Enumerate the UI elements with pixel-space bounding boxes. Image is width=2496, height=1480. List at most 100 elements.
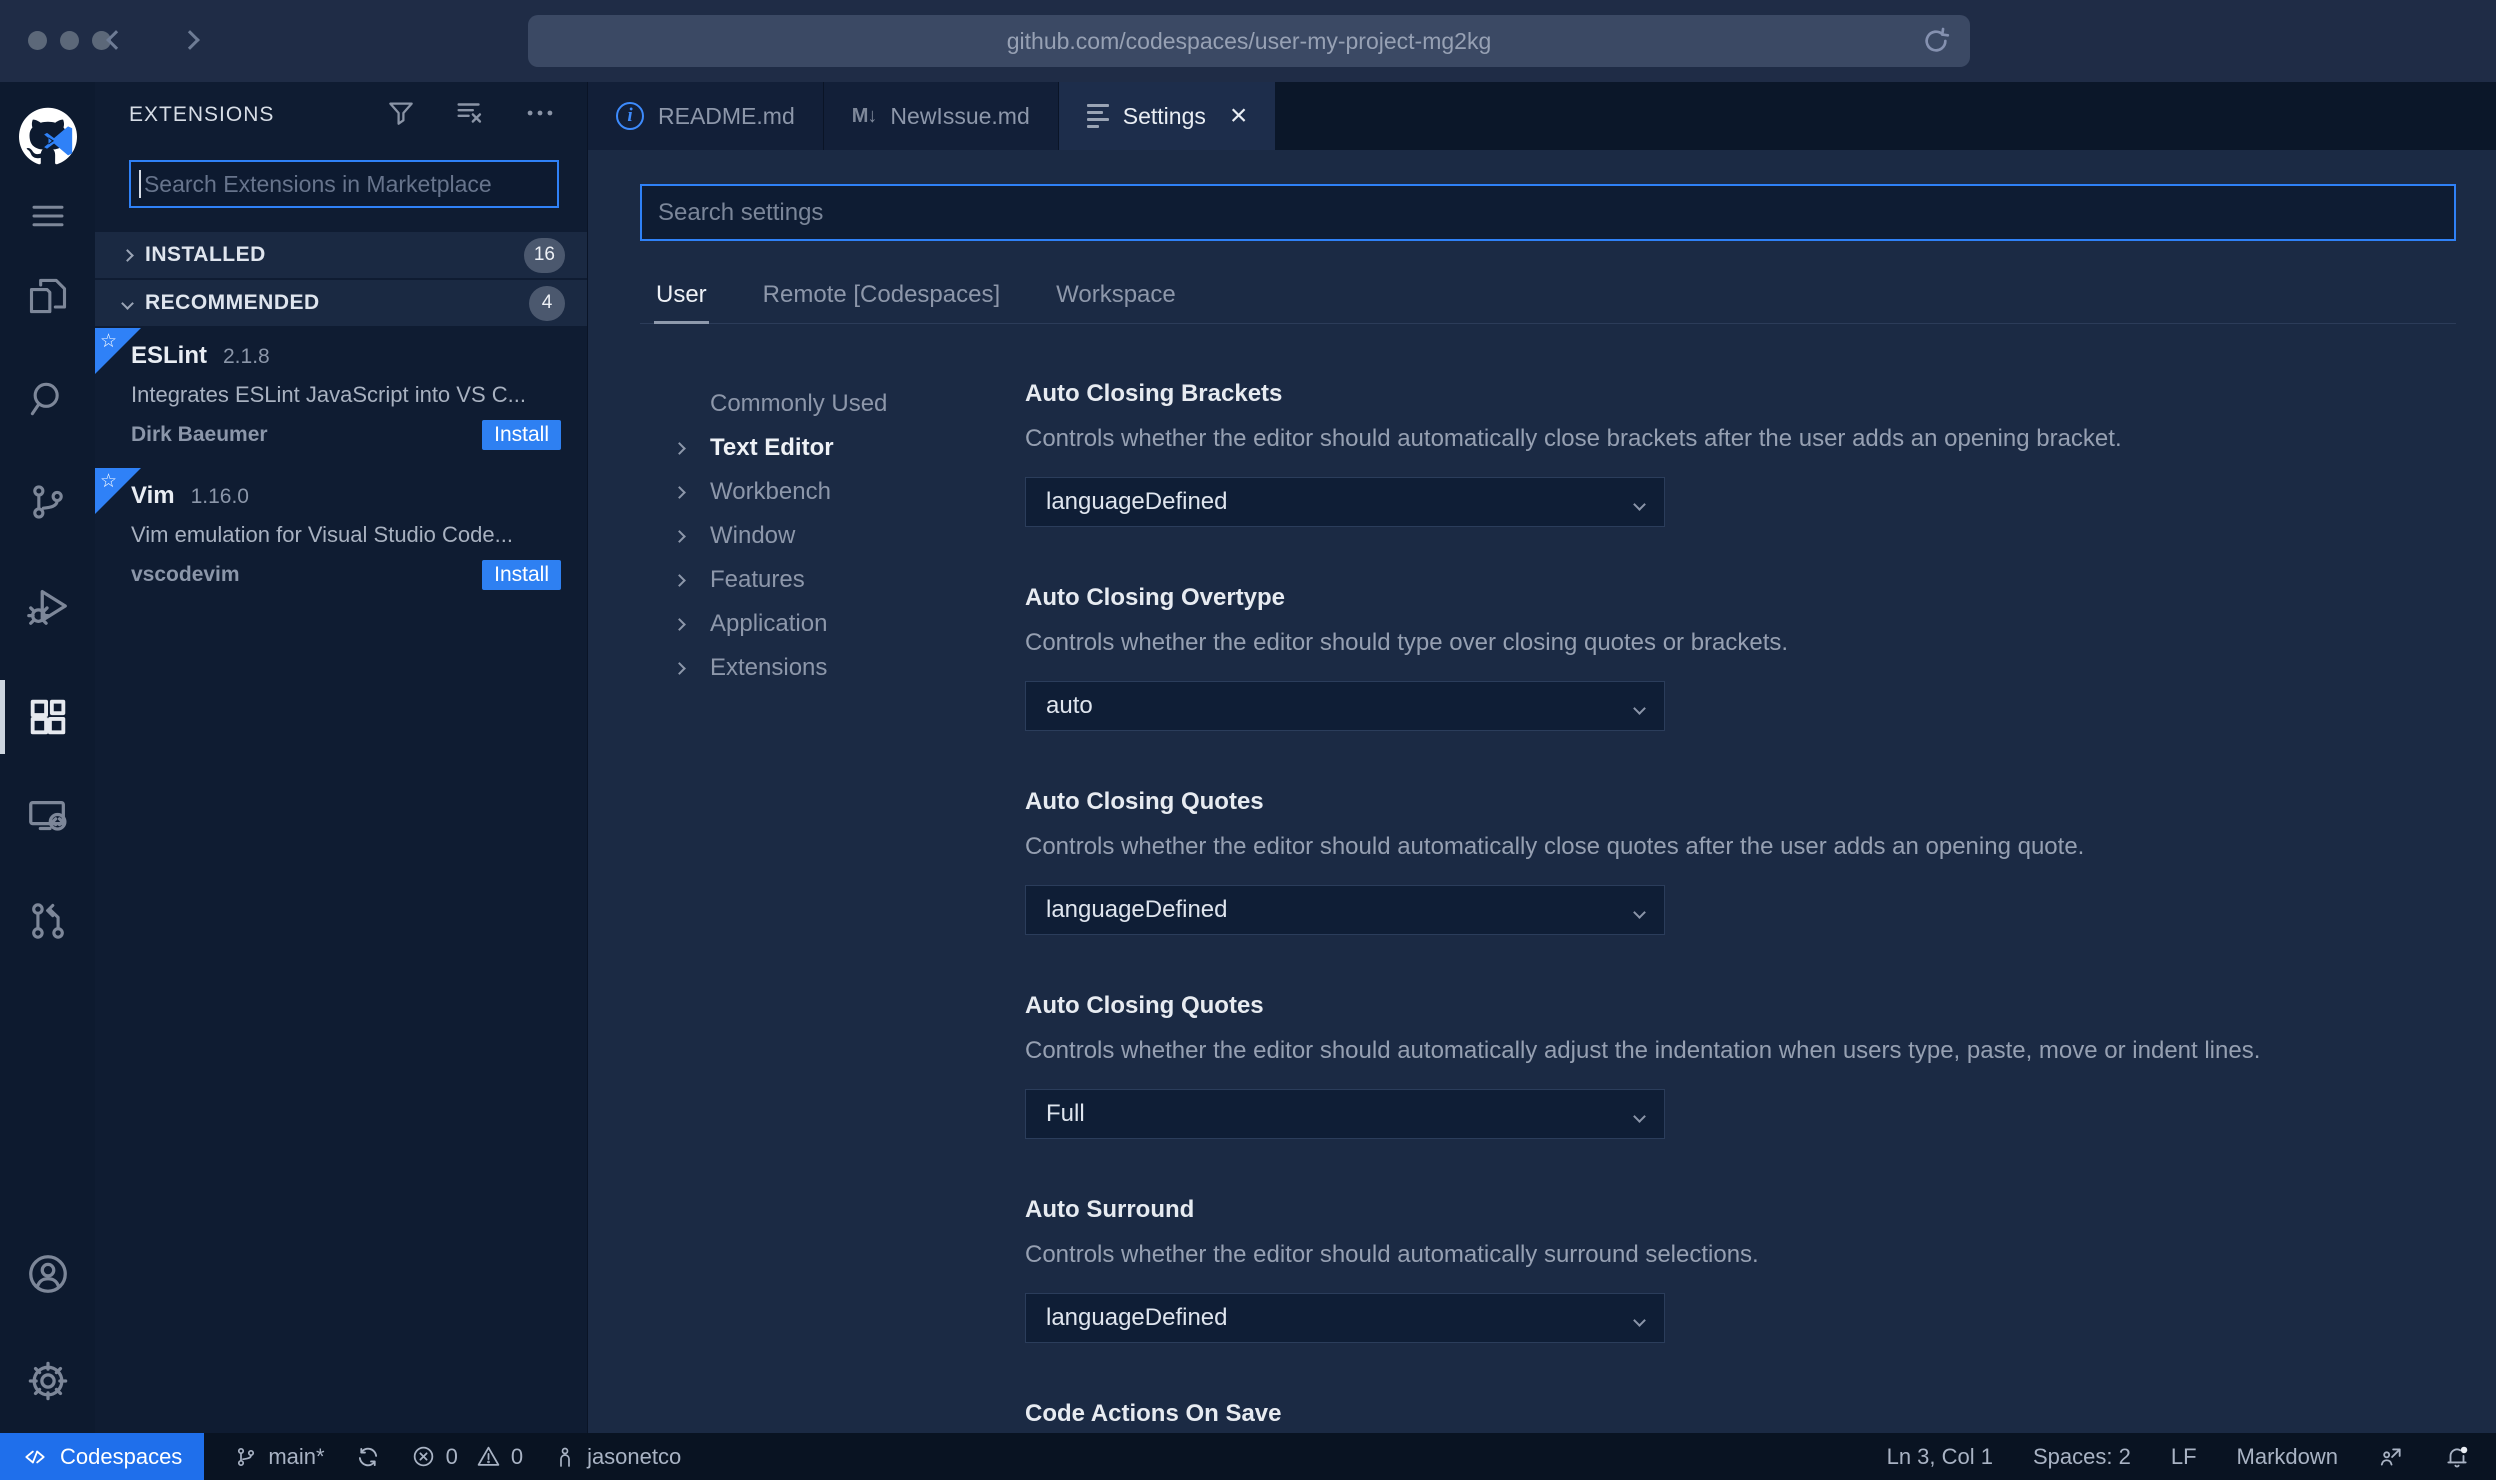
setting-auto-surround: Auto Surround Controls whether the edito… <box>1025 1196 2456 1343</box>
tab-settings[interactable]: Settings × <box>1058 82 1276 150</box>
window-close-button[interactable] <box>28 31 47 50</box>
setting-auto-closing-overtype: Auto Closing Overtype Controls whether t… <box>1025 584 2456 731</box>
toc-text-editor[interactable]: Text Editor <box>664 426 1025 470</box>
settings-gear-icon[interactable] <box>0 1350 95 1412</box>
extensions-search-input[interactable] <box>143 170 557 198</box>
notifications-bell-icon[interactable] <box>2444 1444 2470 1470</box>
extension-name: ESLint <box>131 342 207 369</box>
warning-count: 0 <box>510 1443 524 1469</box>
explorer-icon[interactable] <box>0 265 95 327</box>
markdown-icon: M↓ <box>851 104 878 127</box>
remote-indicator[interactable]: Codespaces <box>0 1433 205 1480</box>
browser-back-button[interactable] <box>96 18 136 62</box>
recommended-ribbon-icon: ☆ <box>95 328 141 374</box>
section-recommended[interactable]: RECOMMENDED 4 <box>95 280 587 326</box>
toc-commonly-used[interactable]: Commonly Used <box>664 382 1025 426</box>
language-mode[interactable]: Markdown <box>2237 1444 2338 1470</box>
installed-count-badge: 16 <box>523 237 565 273</box>
scope-remote[interactable]: Remote [Codespaces] <box>761 271 1002 323</box>
setting-description: Controls whether the editor should type … <box>1025 629 1789 656</box>
settings-search-input[interactable] <box>658 198 2454 227</box>
reload-icon[interactable] <box>1920 25 1952 62</box>
scope-workspace[interactable]: Workspace <box>1054 271 1178 323</box>
setting-auto-closing-quotes-2: Auto Closing Quotes Controls whether the… <box>1025 992 2456 1139</box>
setting-description: Controls whether the editor should autom… <box>1025 1241 1759 1268</box>
setting-title: Code Actions On Save <box>1025 1400 1282 1427</box>
extensions-search-box[interactable] <box>129 160 559 208</box>
extension-description: Integrates ESLint JavaScript into VS C..… <box>131 382 526 407</box>
install-button[interactable]: Install <box>482 420 561 450</box>
github-pull-request-icon[interactable] <box>0 890 95 952</box>
setting-auto-closing-quotes: Auto Closing Quotes Controls whether the… <box>1025 788 2456 935</box>
setting-code-actions-on-save: Code Actions On Save <box>1025 1400 2456 1428</box>
install-button[interactable]: Install <box>482 560 561 590</box>
info-icon: i <box>616 102 644 130</box>
more-actions-icon[interactable] <box>523 96 557 135</box>
eol-indicator[interactable]: LF <box>2171 1444 2197 1470</box>
browser-chrome: github.com/codespaces/user-my-project-mg… <box>0 0 2496 82</box>
browser-forward-button[interactable] <box>170 18 210 62</box>
setting-description: Controls whether the editor should autom… <box>1025 833 2085 860</box>
sync-button[interactable] <box>355 1444 381 1470</box>
problems-indicator[interactable]: 0 0 <box>411 1443 524 1470</box>
section-installed[interactable]: INSTALLED 16 <box>95 232 587 278</box>
setting-title: Auto Closing Brackets <box>1025 380 1283 407</box>
extension-row-vim[interactable]: ☆ Vim 1.16.0 Vim emulation for Visual St… <box>95 468 587 608</box>
extension-version: 2.1.8 <box>223 345 270 368</box>
scope-user[interactable]: User <box>654 271 709 324</box>
setting-value-dropdown[interactable]: auto <box>1025 681 1665 731</box>
source-control-icon[interactable] <box>0 471 95 533</box>
toc-features[interactable]: Features <box>664 558 1025 602</box>
recommended-ribbon-icon: ☆ <box>95 468 141 514</box>
setting-title: Auto Surround <box>1025 1196 1195 1223</box>
toc-workbench[interactable]: Workbench <box>664 470 1025 514</box>
toc-extensions[interactable]: Extensions <box>664 646 1025 690</box>
extensions-icon[interactable] <box>0 686 95 748</box>
indentation-indicator[interactable]: Spaces: 2 <box>2033 1444 2131 1470</box>
setting-value-dropdown[interactable]: languageDefined <box>1025 1293 1665 1343</box>
toc-application[interactable]: Application <box>664 602 1025 646</box>
feedback-icon[interactable] <box>2378 1444 2404 1470</box>
setting-title: Auto Closing Quotes <box>1025 788 1264 815</box>
tab-label: README.md <box>658 102 795 129</box>
window-minimize-button[interactable] <box>60 31 79 50</box>
close-tab-icon[interactable]: × <box>1230 101 1248 131</box>
extension-row-eslint[interactable]: ☆ ESLint 2.1.8 Integrates ESLint JavaScr… <box>95 328 587 468</box>
cursor-position[interactable]: Ln 3, Col 1 <box>1887 1444 1993 1470</box>
tab-newissue[interactable]: M↓ NewIssue.md <box>823 82 1059 150</box>
sidebar-title: EXTENSIONS <box>129 103 275 126</box>
menu-hamburger-icon[interactable] <box>0 185 95 247</box>
setting-value-dropdown[interactable]: languageDefined <box>1025 477 1665 527</box>
settings-editor: User Remote [Codespaces] Workspace Commo… <box>588 150 2496 1433</box>
setting-description: Controls whether the editor should autom… <box>1025 1037 2261 1064</box>
tab-label: Settings <box>1122 102 1206 129</box>
settings-list: Auto Closing Brackets Controls whether t… <box>1025 324 2456 1433</box>
setting-value-dropdown[interactable]: Full <box>1025 1089 1665 1139</box>
search-icon[interactable] <box>0 368 95 430</box>
setting-description: Controls whether the editor should autom… <box>1025 425 2122 452</box>
settings-scope-tabs: User Remote [Codespaces] Workspace <box>640 271 2456 324</box>
run-debug-icon[interactable] <box>0 575 95 637</box>
editor-tab-bar: i README.md M↓ NewIssue.md Settings × <box>588 82 2496 150</box>
extensions-sidebar: EXTENSIONS INSTALLED 16 <box>95 82 588 1433</box>
settings-editor-icon <box>1086 104 1109 128</box>
account-icon[interactable] <box>0 1243 95 1305</box>
tab-readme[interactable]: i README.md <box>588 82 824 150</box>
tab-label: NewIssue.md <box>890 102 1030 129</box>
recommended-count-badge: 4 <box>529 285 565 321</box>
address-bar[interactable]: github.com/codespaces/user-my-project-mg… <box>528 15 1970 67</box>
branch-indicator[interactable]: main* <box>234 1444 325 1470</box>
setting-title: Auto Closing Quotes <box>1025 992 1264 1019</box>
setting-title: Auto Closing Overtype <box>1025 584 1286 611</box>
toc-window[interactable]: Window <box>664 514 1025 558</box>
filter-icon[interactable] <box>385 97 417 134</box>
clear-extensions-input-icon[interactable] <box>453 96 487 135</box>
user-indicator[interactable]: jasonetco <box>553 1444 681 1470</box>
extension-description: Vim emulation for Visual Studio Code... <box>131 522 513 547</box>
extension-publisher: Dirk Baeumer <box>131 423 268 446</box>
remote-explorer-icon[interactable] <box>0 785 95 847</box>
text-caret <box>139 170 141 198</box>
url-text: github.com/codespaces/user-my-project-mg… <box>1006 27 1492 54</box>
settings-search-box[interactable] <box>640 184 2456 241</box>
setting-value-dropdown[interactable]: languageDefined <box>1025 885 1665 935</box>
